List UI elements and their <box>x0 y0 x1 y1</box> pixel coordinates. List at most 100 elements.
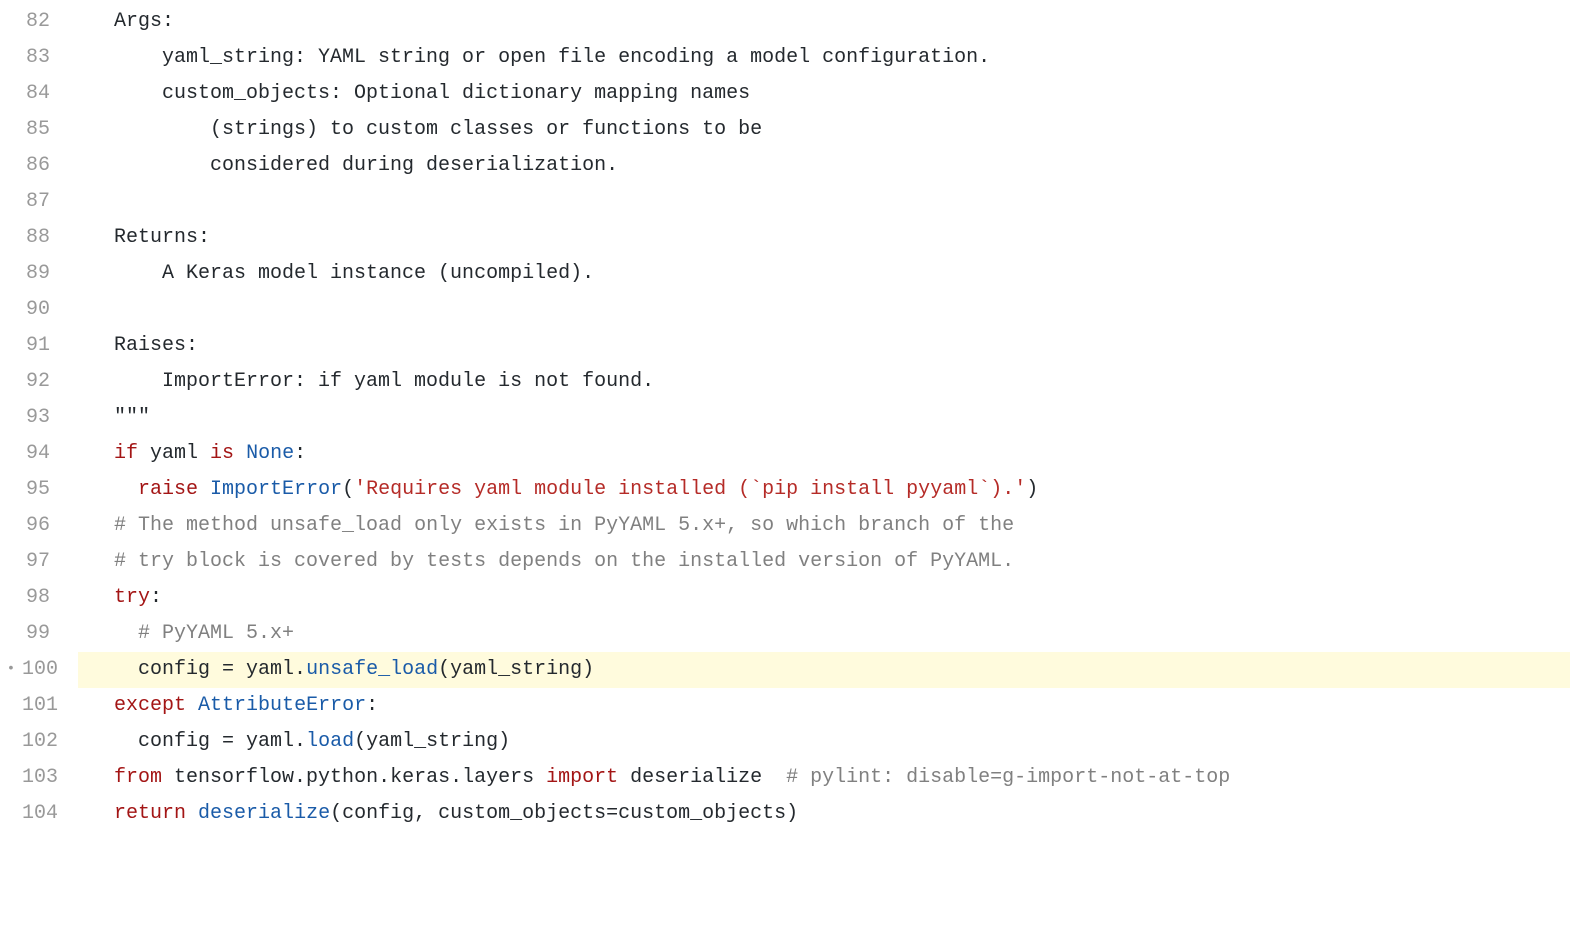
code-line[interactable]: 104 return deserialize(config, custom_ob… <box>0 796 1570 832</box>
code-line[interactable]: 84 custom_objects: Optional dictionary m… <box>0 76 1570 112</box>
line-number[interactable]: 103 <box>22 760 78 796</box>
code-line[interactable]: 92 ImportError: if yaml module is not fo… <box>0 364 1570 400</box>
code-token: unsafe_load <box>306 658 438 681</box>
line-content[interactable]: Raises: <box>78 328 1570 364</box>
line-number[interactable]: 94 <box>22 436 78 472</box>
code-line[interactable]: 90 <box>0 292 1570 328</box>
line-marker <box>0 4 22 40</box>
line-number[interactable]: 87 <box>22 184 78 220</box>
line-number[interactable]: 83 <box>22 40 78 76</box>
code-token: custom_objects) <box>618 802 798 825</box>
code-line[interactable]: 97 # try block is covered by tests depen… <box>0 544 1570 580</box>
line-number[interactable]: 104 <box>22 796 78 832</box>
code-line[interactable]: 94 if yaml is None: <box>0 436 1570 472</box>
code-token: ImportError: if yaml module is not found… <box>90 370 654 393</box>
line-number[interactable]: 85 <box>22 112 78 148</box>
code-token: = <box>606 802 618 825</box>
line-content[interactable]: ImportError: if yaml module is not found… <box>78 364 1570 400</box>
line-content[interactable]: yaml_string: YAML string or open file en… <box>78 40 1570 76</box>
code-token: config <box>90 658 222 681</box>
code-line[interactable]: 99 # PyYAML 5.x+ <box>0 616 1570 652</box>
line-content[interactable]: Returns: <box>78 220 1570 256</box>
line-marker <box>0 724 22 760</box>
code-line[interactable]: 98 try: <box>0 580 1570 616</box>
line-content[interactable] <box>78 184 1570 220</box>
code-token: deserialize <box>198 802 330 825</box>
line-content[interactable]: Args: <box>78 4 1570 40</box>
line-number[interactable]: 86 <box>22 148 78 184</box>
line-content[interactable]: custom_objects: Optional dictionary mapp… <box>78 76 1570 112</box>
line-content[interactable]: raise ImportError('Requires yaml module … <box>78 472 1570 508</box>
line-marker <box>0 544 22 580</box>
code-line[interactable]: 102 config = yaml.load(yaml_string) <box>0 724 1570 760</box>
code-token: except <box>114 694 186 717</box>
line-number[interactable]: 84 <box>22 76 78 112</box>
line-content[interactable]: # try block is covered by tests depends … <box>78 544 1570 580</box>
code-line[interactable]: 96 # The method unsafe_load only exists … <box>0 508 1570 544</box>
code-line[interactable]: 93 """ <box>0 400 1570 436</box>
line-number[interactable]: 95 <box>22 472 78 508</box>
line-content[interactable]: # PyYAML 5.x+ <box>78 616 1570 652</box>
line-marker <box>0 580 22 616</box>
code-line[interactable]: 83 yaml_string: YAML string or open file… <box>0 40 1570 76</box>
line-number[interactable]: 98 <box>22 580 78 616</box>
code-line[interactable]: 87 <box>0 184 1570 220</box>
code-token: is <box>210 442 234 465</box>
line-content[interactable]: A Keras model instance (uncompiled). <box>78 256 1570 292</box>
line-content[interactable]: """ <box>78 400 1570 436</box>
line-marker <box>0 40 22 76</box>
code-line[interactable]: 85 (strings) to custom classes or functi… <box>0 112 1570 148</box>
line-marker: • <box>0 652 22 688</box>
line-marker <box>0 400 22 436</box>
code-token: = <box>222 730 234 753</box>
line-content[interactable]: except AttributeError: <box>78 688 1570 724</box>
line-marker <box>0 328 22 364</box>
line-number[interactable]: 101 <box>22 688 78 724</box>
code-token: config <box>90 730 222 753</box>
line-number[interactable]: 88 <box>22 220 78 256</box>
line-number[interactable]: 99 <box>22 616 78 652</box>
line-number[interactable]: 93 <box>22 400 78 436</box>
code-line[interactable]: 103 from tensorflow.python.keras.layers … <box>0 760 1570 796</box>
code-token: ImportError <box>210 478 342 501</box>
line-content[interactable]: if yaml is None: <box>78 436 1570 472</box>
code-token: deserialize <box>618 766 786 789</box>
line-content[interactable]: from tensorflow.python.keras.layers impo… <box>78 760 1570 796</box>
line-content[interactable]: config = yaml.load(yaml_string) <box>78 724 1570 760</box>
code-line[interactable]: 101 except AttributeError: <box>0 688 1570 724</box>
code-token: from <box>114 766 162 789</box>
code-token: try <box>114 586 150 609</box>
line-number[interactable]: 90 <box>22 292 78 328</box>
line-content[interactable]: return deserialize(config, custom_object… <box>78 796 1570 832</box>
line-number[interactable]: 92 <box>22 364 78 400</box>
code-token <box>234 442 246 465</box>
line-number[interactable]: 89 <box>22 256 78 292</box>
code-line[interactable]: 91 Raises: <box>0 328 1570 364</box>
line-marker <box>0 148 22 184</box>
line-marker <box>0 796 22 832</box>
line-content[interactable]: try: <box>78 580 1570 616</box>
code-line[interactable]: 88 Returns: <box>0 220 1570 256</box>
code-line[interactable]: 82 Args: <box>0 4 1570 40</box>
line-content[interactable]: considered during deserialization. <box>78 148 1570 184</box>
line-content[interactable]: config = yaml.unsafe_load(yaml_string) <box>78 652 1570 688</box>
code-token <box>90 802 114 825</box>
code-token <box>198 478 210 501</box>
code-token: load <box>306 730 354 753</box>
line-number[interactable]: 82 <box>22 4 78 40</box>
line-content[interactable]: # The method unsafe_load only exists in … <box>78 508 1570 544</box>
line-number[interactable]: 100 <box>22 652 78 688</box>
code-line[interactable]: 86 considered during deserialization. <box>0 148 1570 184</box>
line-number[interactable]: 102 <box>22 724 78 760</box>
line-number[interactable]: 96 <box>22 508 78 544</box>
line-marker <box>0 112 22 148</box>
code-line[interactable]: 95 raise ImportError('Requires yaml modu… <box>0 472 1570 508</box>
line-content[interactable] <box>78 292 1570 328</box>
line-number[interactable]: 91 <box>22 328 78 364</box>
code-token: tensorflow.python.keras.layers <box>162 766 546 789</box>
code-line[interactable]: •100 config = yaml.unsafe_load(yaml_stri… <box>0 652 1570 688</box>
line-number[interactable]: 97 <box>22 544 78 580</box>
line-content[interactable]: (strings) to custom classes or functions… <box>78 112 1570 148</box>
code-token: (strings) to custom classes or functions… <box>90 118 762 141</box>
code-line[interactable]: 89 A Keras model instance (uncompiled). <box>0 256 1570 292</box>
